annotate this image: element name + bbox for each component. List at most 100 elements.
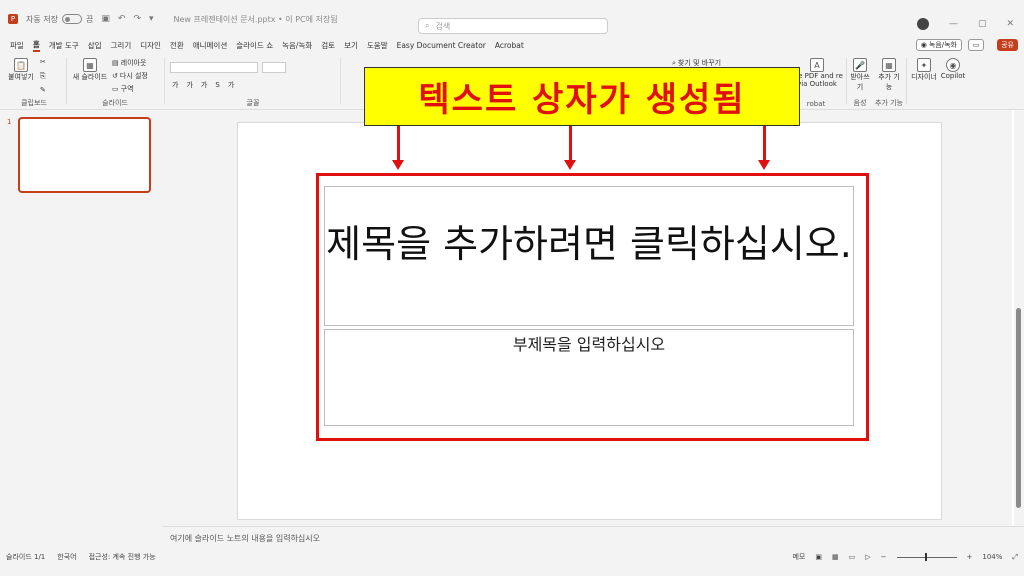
cut-icon[interactable]: ✂ [40, 58, 46, 66]
voice-group: 🎤 받아쓰기 음성 [848, 56, 872, 108]
divider [66, 58, 67, 104]
slides-group: ▦ 새 슬라이드 ▤ 레이아웃 ↺ 다시 설정 ▭ 구역 슬라이드 [70, 56, 160, 108]
notes-pane[interactable]: 여기에 슬라이드 노트의 내용을 입력하십시오 [162, 526, 1024, 546]
divider [340, 58, 341, 104]
font-color-icon[interactable]: 가 [228, 80, 234, 90]
accessibility-status[interactable]: 접근성: 계속 진행 가능 [89, 552, 156, 562]
ribbon-tabs: 파일 홈 개발 도구 삽입 그리기 디자인 전환 애니메이션 슬라이드 쇼 녹음… [0, 38, 1024, 52]
fit-to-window-icon[interactable]: ⤢ [1012, 553, 1018, 562]
language-indicator[interactable]: 한국어 [57, 552, 76, 562]
search-box[interactable]: ⌕ 검색 [418, 18, 608, 34]
addins-group-label: 추가 기능 [875, 99, 903, 107]
reading-view-icon[interactable]: ▭ [849, 553, 856, 561]
slide-thumbnail[interactable] [18, 117, 151, 193]
tab-view[interactable]: 보기 [344, 40, 358, 51]
notes-button[interactable]: 메모 [792, 552, 805, 562]
comment-icon: ▭ [972, 41, 980, 49]
restore-icon[interactable]: ▢ [978, 19, 987, 29]
tab-help[interactable]: 도움말 [367, 40, 388, 51]
avatar[interactable] [916, 18, 929, 30]
zoom-slider[interactable] [896, 552, 957, 561]
tab-home[interactable]: 홈 [32, 39, 40, 52]
tab-record[interactable]: 녹음/녹화 [282, 40, 312, 51]
reset-icon: ↺ [112, 72, 118, 80]
zoom-out-icon[interactable]: − [881, 553, 887, 561]
record-icon: ◉ [920, 41, 927, 49]
comments-button[interactable]: ▭ [968, 39, 984, 51]
designer-button[interactable]: ✦ 디자이너 [910, 58, 938, 82]
zoom-level[interactable]: 104% [982, 553, 1002, 561]
autosave-toggle[interactable] [61, 14, 82, 24]
minimize-icon[interactable]: — [949, 19, 958, 29]
close-icon[interactable]: ✕ [1006, 19, 1014, 29]
slideshow-icon[interactable]: ▷ [865, 553, 870, 561]
addins-button[interactable]: ▦ 추가 기능 [876, 58, 902, 92]
zoom-in-icon[interactable]: + [967, 553, 973, 561]
section-label: 구역 [120, 85, 134, 93]
notes-placeholder: 여기에 슬라이드 노트의 내용을 입력하십시오 [170, 534, 321, 543]
paste-button[interactable]: 📋 붙여넣기 [8, 58, 34, 82]
scrollbar-thumb[interactable] [1016, 308, 1021, 508]
record-button[interactable]: ◉ 녹음/녹화 [915, 39, 962, 51]
dictate-label: 받아쓰기 [850, 73, 870, 91]
pdf-icon: A [810, 58, 824, 72]
new-slide-button[interactable]: ▦ 새 슬라이드 [72, 58, 108, 82]
tab-design[interactable]: 디자인 [140, 40, 161, 51]
copy-icon[interactable]: ⎘ [40, 72, 46, 81]
undo-icon[interactable]: ↶ [118, 14, 126, 24]
tab-transitions[interactable]: 전환 [170, 40, 184, 51]
autosave-control[interactable]: 자동 저장 끔 [26, 14, 93, 25]
clipboard-group: 📋 붙여넣기 ✂ ⎘ ✎ 클립보드 [6, 56, 62, 108]
designer-label: 디자이너 [911, 73, 937, 81]
font-group-label: 글꼴 [246, 99, 260, 107]
tab-acrobat[interactable]: Acrobat [495, 41, 524, 50]
section-button[interactable]: ▭ 구역 [112, 84, 134, 94]
annotation-arrow [564, 126, 576, 170]
italic-icon[interactable]: 가 [186, 80, 192, 90]
format-painter-icon[interactable]: ✎ [40, 86, 46, 94]
divider [164, 58, 165, 104]
window-controls: — ▢ ✕ [916, 18, 1014, 30]
clipboard-group-label: 클립보드 [21, 99, 47, 107]
slide-sorter-icon[interactable]: ▦ [832, 553, 839, 561]
save-icon[interactable]: ▣ [101, 14, 110, 24]
tab-animations[interactable]: 애니메이션 [193, 40, 228, 51]
layout-button[interactable]: ▤ 레이아웃 [112, 58, 146, 68]
reset-button[interactable]: ↺ 다시 설정 [112, 71, 148, 81]
annotation-banner: 텍스트 상자가 생성됨 [364, 67, 800, 126]
normal-view-icon[interactable]: ▣ [815, 553, 822, 561]
copilot-icon: ◉ [946, 58, 960, 72]
shadow-icon[interactable]: S [215, 81, 219, 89]
document-title[interactable]: New 프레젠테이션 문서.pptx • 이 PC에 저장됨 [174, 14, 338, 25]
copilot-label: Copilot [940, 72, 966, 80]
customize-icon[interactable]: ▾ [149, 14, 154, 24]
font-name-select[interactable] [170, 62, 258, 73]
layout-icon: ▤ [112, 59, 119, 67]
copilot-button[interactable]: ◉ Copilot [940, 58, 966, 80]
tab-file[interactable]: 파일 [10, 40, 24, 51]
redo-icon[interactable]: ↷ [133, 14, 141, 24]
font-size-select[interactable] [262, 62, 286, 73]
tab-draw[interactable]: 그리기 [111, 40, 132, 51]
microphone-icon: 🎤 [853, 58, 867, 72]
new-slide-icon: ▦ [83, 58, 97, 72]
quick-access-toolbar: ▣ ↶ ↷ ▾ [101, 14, 153, 24]
new-slide-label: 새 슬라이드 [72, 73, 108, 81]
record-label: 녹음/녹화 [928, 41, 957, 49]
tab-easy-document-creator[interactable]: Easy Document Creator [397, 41, 486, 50]
tab-slideshow[interactable]: 슬라이드 쇼 [236, 40, 273, 51]
status-bar: 슬라이드 1/1 한국어 접근성: 계속 진행 가능 메모 ▣ ▦ ▭ ▷ − … [0, 546, 1024, 576]
share-button[interactable]: 공유 [997, 39, 1018, 51]
powerpoint-logo-icon: P [8, 14, 18, 24]
dictate-button[interactable]: 🎤 받아쓰기 [848, 58, 872, 92]
search-icon: ⌕ [425, 21, 430, 30]
voice-group-label: 음성 [853, 99, 867, 107]
tab-insert[interactable]: 삽입 [88, 40, 102, 51]
paste-icon: 📋 [14, 58, 28, 72]
tab-review[interactable]: 검토 [321, 40, 335, 51]
addins-icon: ▦ [882, 58, 896, 72]
underline-icon[interactable]: 가 [201, 80, 207, 90]
bold-icon[interactable]: 가 [172, 80, 178, 90]
tab-developer[interactable]: 개발 도구 [49, 40, 79, 51]
search-placeholder: 검색 [435, 21, 451, 31]
